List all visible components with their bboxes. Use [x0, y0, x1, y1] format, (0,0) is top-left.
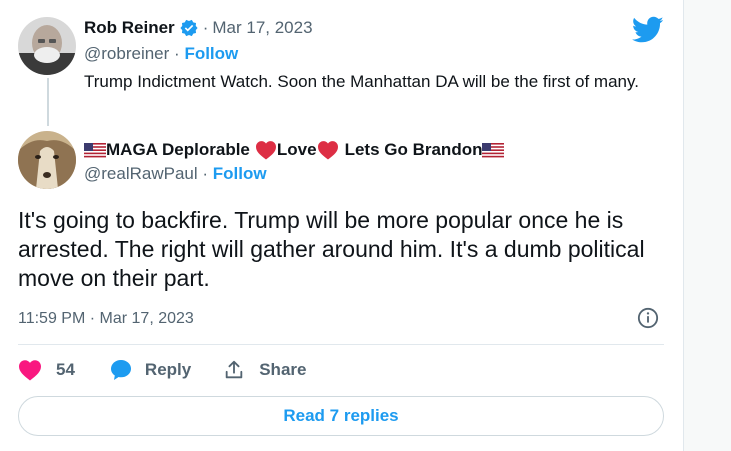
parent-author-name[interactable]: Rob Reiner: [84, 18, 175, 38]
follow-button-parent[interactable]: Follow: [184, 44, 238, 63]
parent-author-handle[interactable]: @robreiner: [84, 44, 169, 63]
avatar-rob-reiner[interactable]: [18, 17, 76, 75]
us-flag-icon: [84, 142, 106, 158]
reply-author-handle[interactable]: @realRawPaul: [84, 164, 198, 183]
reply-author-row: MAGA Deplorable Love Lets Go Brandon: [84, 140, 505, 160]
share-button[interactable]: Share: [223, 359, 306, 381]
red-heart-icon: [255, 140, 277, 160]
parent-tweet-text: Trump Indictment Watch. Soon the Manhatt…: [84, 72, 639, 91]
reply-author-name-part3[interactable]: Lets Go Brandon: [345, 140, 483, 160]
us-flag-icon: [482, 142, 505, 158]
reply-button[interactable]: Reply: [109, 358, 191, 382]
tweet-timestamp[interactable]: 11:59 PM · Mar 17, 2023: [18, 310, 194, 328]
avatar-real-raw-paul[interactable]: [18, 131, 76, 189]
reply-label: Reply: [144, 360, 192, 379]
red-heart-icon: [317, 140, 339, 160]
divider: [18, 344, 664, 345]
reply-tweet-text: It's going to backfire. Trump will be mo…: [18, 207, 645, 291]
share-upload-icon: [225, 360, 243, 379]
handle-separator: ·: [174, 44, 180, 63]
heart-icon: [19, 360, 41, 381]
tweet-actions-bar: 54 Reply Share: [18, 356, 306, 384]
like-count: 54: [56, 360, 75, 379]
verified-badge-icon: [179, 18, 199, 38]
speech-bubble-icon: [110, 360, 131, 380]
reply-author-name-part1[interactable]: MAGA Deplorable: [106, 140, 250, 160]
handle-separator: ·: [202, 164, 209, 183]
reply-handle-row: @realRawPaul · Follow: [84, 164, 267, 184]
parent-handle-row: @robreiner · Follow: [84, 44, 238, 64]
share-label: Share: [259, 360, 307, 379]
follow-button-reply[interactable]: Follow: [213, 164, 267, 183]
info-icon[interactable]: [637, 307, 659, 329]
parent-author-row: Rob Reiner · Mar 17, 2023: [84, 18, 313, 38]
embedded-tweet-card: Rob Reiner · Mar 17, 2023 @robreiner · F…: [0, 0, 684, 451]
like-button[interactable]: 54: [18, 359, 75, 381]
twitter-bird-icon[interactable]: [631, 16, 664, 44]
date-separator: ·: [202, 18, 209, 37]
reply-author-name-part2[interactable]: Love: [277, 140, 317, 160]
thread-connector-line: [47, 78, 49, 126]
read-replies-button[interactable]: Read 7 replies: [18, 396, 664, 436]
parent-tweet-date[interactable]: Mar 17, 2023: [212, 18, 312, 38]
